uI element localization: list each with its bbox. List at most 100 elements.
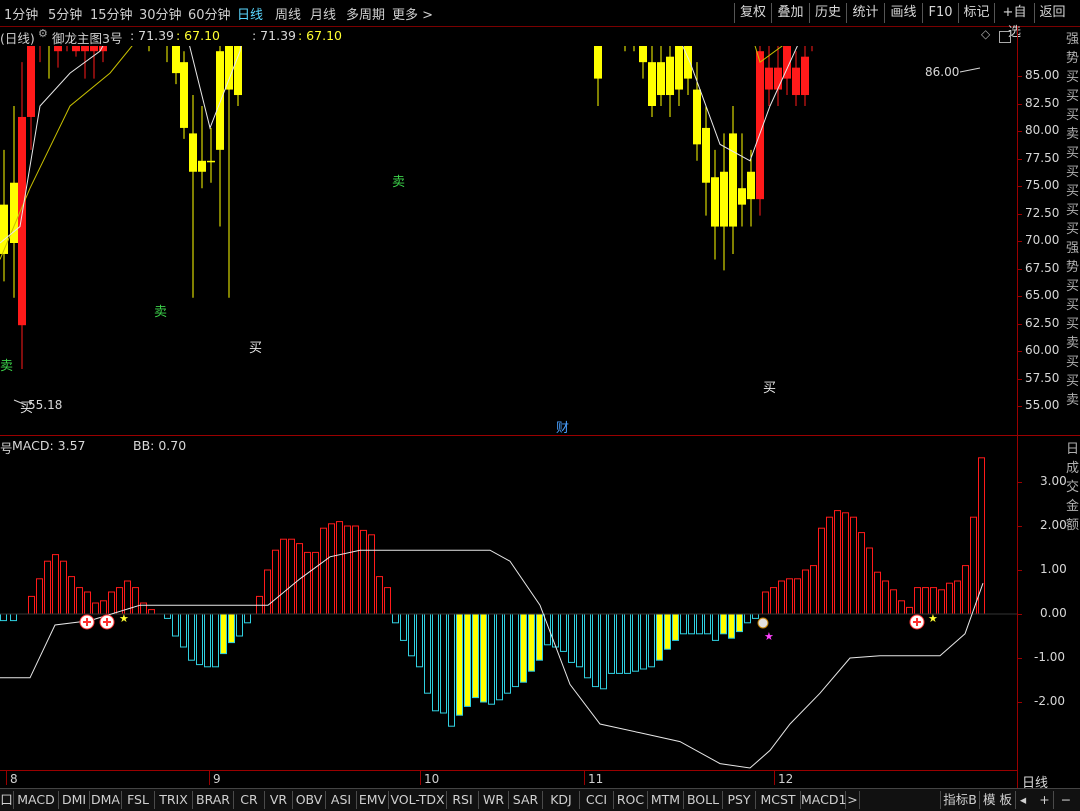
macd-bar: [640, 613, 647, 670]
indicator-tab-8[interactable]: VR: [265, 791, 293, 809]
indicator-value-3: : 71.39: [252, 28, 296, 43]
candle: [198, 106, 206, 189]
square-icon[interactable]: [999, 31, 1011, 43]
indicator-tab-14[interactable]: WR: [479, 791, 509, 809]
toolbar-button-0[interactable]: 复权: [734, 3, 771, 23]
indicator-tab-10[interactable]: ASI: [326, 791, 357, 809]
indicator-tab-7[interactable]: CR: [234, 791, 265, 809]
indicator-tab-24[interactable]: >: [846, 791, 860, 809]
candle-body: [198, 160, 206, 172]
period-tab-2[interactable]: 15分钟: [90, 4, 133, 23]
template-button[interactable]: 模 板: [980, 791, 1016, 809]
indicator-tab-9[interactable]: OBV: [293, 791, 326, 809]
macd-bar: [600, 613, 607, 690]
price-tick-label: 57.50: [1025, 371, 1060, 385]
indicator-name[interactable]: 御龙主图3号: [52, 28, 122, 47]
period-tab-4[interactable]: 60分钟: [188, 4, 231, 23]
indicator-tab-4[interactable]: FSL: [122, 791, 155, 809]
macd-bar: [576, 613, 583, 668]
candle-body: [729, 133, 737, 227]
indicator-tab-3[interactable]: DMA: [90, 791, 122, 809]
indicator-b-button[interactable]: 指标B: [940, 791, 980, 809]
indicator-tab-22[interactable]: MCST: [756, 791, 801, 809]
macd-bar: [408, 613, 415, 657]
right-sub-column: 日成交金额: [1066, 442, 1080, 533]
macd-bar: [336, 521, 343, 615]
period-tab-0[interactable]: 1分钟: [4, 4, 38, 23]
indicator-tab-23[interactable]: MACD1: [801, 791, 846, 809]
macd-bar: [0, 613, 7, 622]
scroll-left-icon[interactable]: ◂: [1016, 791, 1030, 809]
toolbar-button-5[interactable]: F10: [922, 3, 958, 23]
candle: [225, 46, 233, 298]
macd-bar: [44, 560, 51, 615]
financial-event-marker[interactable]: 财: [556, 421, 569, 435]
macd-bar: [882, 580, 889, 615]
period-tab-8[interactable]: 多周期: [346, 4, 385, 23]
zoom-in-icon[interactable]: +: [1036, 791, 1054, 809]
indicator-tab-21[interactable]: PSY: [723, 791, 756, 809]
indicator-tab-2[interactable]: DMI: [59, 791, 90, 809]
macd-bar: [328, 523, 335, 615]
indicator-tab-1[interactable]: MACD: [14, 791, 59, 809]
sell-signal-label: 卖: [154, 305, 167, 320]
indicator-tab-15[interactable]: SAR: [509, 791, 543, 809]
macd-bar: [400, 613, 407, 641]
macd-bar: [212, 613, 219, 668]
macd-value: MACD: 3.57: [12, 438, 86, 453]
macd-bar: [560, 613, 567, 652]
indicator-tab-20[interactable]: BOLL: [684, 791, 723, 809]
macd-bar: [480, 613, 487, 703]
toolbar-button-1[interactable]: 叠加: [771, 3, 809, 23]
macd-bar: [898, 600, 905, 615]
sell-signal-label: 卖: [0, 359, 13, 374]
toolbar-button-4[interactable]: 画线: [884, 3, 922, 23]
indicator-tab-18[interactable]: ROC: [614, 791, 648, 809]
macd-bar: [818, 527, 825, 615]
toolbar-button-2[interactable]: 历史: [809, 3, 846, 23]
macd-bar: [568, 613, 575, 663]
macd-bar: [520, 613, 527, 683]
zoom-out-icon[interactable]: −: [1056, 791, 1076, 809]
macd-bar: [188, 613, 195, 661]
period-tab-5[interactable]: 日线: [237, 4, 263, 23]
candle: [811, 46, 813, 52]
price-tick-label: 80.00: [1025, 123, 1060, 137]
indicator-tab-0[interactable]: 口: [0, 791, 14, 809]
toolbar-button-6[interactable]: 标记: [958, 3, 994, 23]
macd-bar: [922, 587, 929, 615]
macd-bar: [172, 613, 179, 637]
period-tab-7[interactable]: 月线: [310, 4, 336, 23]
macd-bar: [504, 613, 511, 694]
macd-bar: [384, 587, 391, 615]
period-tab-9[interactable]: 更多 >: [392, 4, 433, 23]
toolbar-button-3[interactable]: 统计: [846, 3, 884, 23]
macd-bar: [786, 578, 793, 615]
indicator-tab-11[interactable]: EMV: [357, 791, 389, 809]
toolbar-button-8[interactable]: 返回: [1034, 3, 1070, 23]
period-tab-3[interactable]: 30分钟: [139, 4, 182, 23]
candle: [39, 46, 41, 63]
macd-bar: [228, 613, 235, 644]
diamond-icon[interactable]: ◇: [981, 27, 990, 41]
macd-bar: [608, 613, 615, 674]
macd-chart[interactable]: ★ ★ ★: [0, 455, 1018, 770]
indicator-tab-12[interactable]: VOL-TDX: [389, 791, 447, 809]
toolbar-button-7[interactable]: +自选: [994, 3, 1034, 40]
price-chart[interactable]: 卖卖卖买买买86.0055.18财: [0, 46, 1018, 435]
settings-icon[interactable]: ⚙: [38, 27, 48, 40]
indicator-tab-13[interactable]: RSI: [447, 791, 479, 809]
period-tab-6[interactable]: 周线: [275, 4, 301, 23]
period-tab-1[interactable]: 5分钟: [48, 4, 82, 23]
indicator-tab-16[interactable]: KDJ: [543, 791, 580, 809]
indicator-value-1: : 71.39: [130, 28, 174, 43]
indicator-tab-6[interactable]: BRAR: [193, 791, 234, 809]
macd-bar: [810, 565, 817, 615]
price-tick-label: 82.50: [1025, 96, 1060, 110]
macd-bar: [236, 613, 243, 637]
indicator-tab-19[interactable]: MTM: [648, 791, 684, 809]
indicator-tab-17[interactable]: CCI: [580, 791, 614, 809]
date-label: 11: [588, 772, 604, 786]
macd-bar: [874, 571, 881, 615]
indicator-tab-5[interactable]: TRIX: [155, 791, 193, 809]
